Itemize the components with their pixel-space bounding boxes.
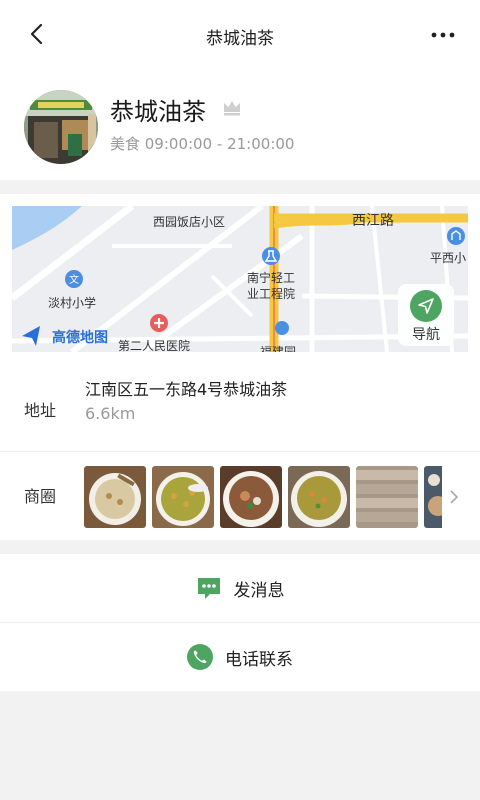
message-bubble-icon [196, 575, 222, 601]
photo-thumbnail[interactable] [84, 466, 146, 528]
business-circle-row[interactable]: 商圈 [0, 453, 480, 540]
more-dots-icon[interactable] [430, 26, 456, 44]
page-title: 恭城油茶 [206, 29, 274, 49]
phone-call-label: 电话联系 [225, 649, 293, 670]
send-message-button[interactable]: 发消息 [0, 554, 480, 622]
distance-text: 6.6km [85, 404, 136, 423]
address-label: 地址 [24, 401, 57, 420]
map-label-xijiang: 西江路 [352, 213, 394, 229]
photo-thumbnail[interactable] [288, 466, 350, 528]
paper-plane-icon [410, 290, 442, 322]
phone-call-button[interactable]: 电话联系 [0, 623, 480, 691]
map-label-xiyuan: 西园饭店小区 [153, 215, 225, 229]
photo-thumbnail[interactable] [424, 466, 442, 528]
section-gap [0, 180, 480, 194]
school-poi-icon: 文 [65, 270, 83, 288]
map-label-pingxi: 平西小 [430, 251, 466, 265]
photo-thumbnail[interactable] [152, 466, 214, 528]
map-label-fujian: 福建园 [260, 344, 296, 352]
send-message-label: 发消息 [233, 580, 285, 601]
map-label-hospital: 第二人民医院 [118, 339, 190, 352]
category-hours: 美食 09:00:00 - 21:00:00 [110, 135, 295, 153]
phone-icon [187, 644, 213, 670]
thumbnail-strip [84, 466, 442, 528]
map-logo-text: 高德地图 [52, 329, 108, 346]
map-label-dancun: 淡村小学 [48, 295, 96, 310]
chevron-right-icon[interactable] [448, 489, 460, 505]
address-row[interactable]: 地址 江南区五一东路4号恭城油茶 6.6km [0, 366, 480, 452]
crown-icon [224, 101, 240, 116]
section-gap [0, 540, 480, 554]
info-card: 文 西园饭店小区 西江路 平西小 南宁轻工 业工程院 淡村小学 第二人民医院 福… [0, 194, 480, 540]
navigate-button[interactable]: 导航 [398, 284, 454, 346]
hospital-poi-icon [150, 314, 168, 332]
address-text: 江南区五一东路4号恭城油茶 [85, 380, 288, 399]
park-poi-icon [275, 321, 289, 335]
photo-thumbnail[interactable] [356, 466, 418, 528]
navigate-label: 导航 [412, 327, 440, 343]
top-nav-bar: 恭城油茶 [0, 0, 480, 70]
business-circle-label: 商圈 [24, 487, 57, 506]
shop-avatar[interactable] [24, 90, 98, 164]
photo-thumbnail[interactable] [220, 466, 282, 528]
location-map[interactable]: 文 西园饭店小区 西江路 平西小 南宁轻工 业工程院 淡村小学 第二人民医院 福… [12, 206, 468, 352]
svg-text:文: 文 [69, 273, 79, 286]
shop-profile: 恭城油茶 美食 09:00:00 - 21:00:00 [0, 70, 480, 180]
building-poi-icon [447, 227, 465, 245]
shop-name: 恭城油茶 [110, 98, 206, 126]
lab-poi-icon [262, 247, 280, 265]
map-label-nanning: 南宁轻工 [247, 270, 295, 285]
map-label-nanning2: 业工程院 [247, 286, 295, 301]
